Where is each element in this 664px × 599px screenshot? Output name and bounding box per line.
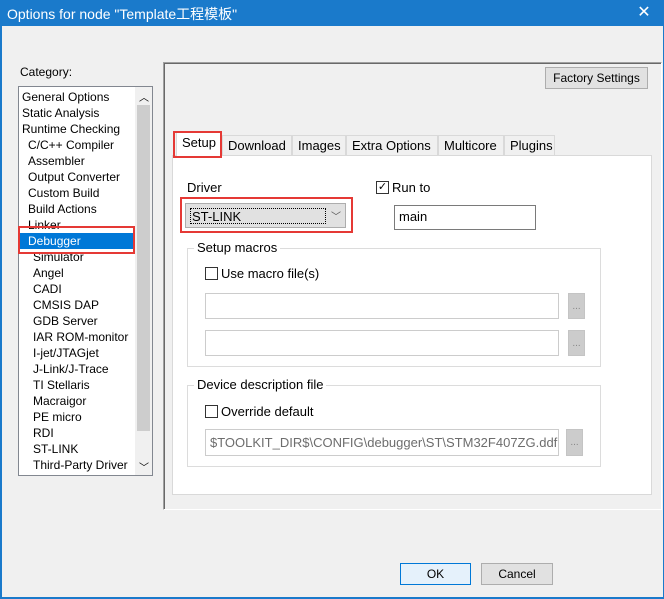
use-macro-label: Use macro file(s) — [221, 266, 320, 281]
title-bar: Options for node "Template工程模板" ✕ — [0, 0, 664, 26]
setup-macros-legend: Setup macros — [194, 240, 281, 255]
ok-button[interactable]: OK — [400, 563, 471, 585]
category-item[interactable]: ST-LINK — [33, 441, 78, 457]
category-item[interactable]: RDI — [33, 425, 54, 441]
scrollbar-thumb[interactable] — [137, 105, 150, 431]
category-item[interactable]: I-jet/JTAGjet — [33, 345, 99, 361]
scroll-up-icon[interactable]: ︿ — [139, 89, 149, 104]
tab-images[interactable]: Images — [292, 135, 346, 155]
category-item[interactable]: GDB Server — [33, 313, 98, 329]
cancel-button[interactable]: Cancel — [481, 563, 553, 585]
macro-file-input-2[interactable] — [205, 330, 559, 356]
run-to-checkbox[interactable]: ✓ — [376, 181, 389, 194]
debugger-highlight-box — [18, 226, 135, 254]
category-item[interactable]: General Options — [22, 89, 109, 105]
driver-highlight-box — [180, 197, 353, 233]
tab-download[interactable]: Download — [222, 135, 292, 155]
run-to-input[interactable]: main — [394, 205, 536, 230]
scrollbar[interactable]: ︿ ﹀ — [135, 87, 152, 475]
category-item[interactable]: Build Actions — [28, 201, 97, 217]
macro-file-input-1[interactable] — [205, 293, 559, 319]
category-item[interactable]: Third-Party Driver — [33, 457, 128, 473]
device-description-legend: Device description file — [194, 377, 327, 392]
factory-settings-button[interactable]: Factory Settings — [545, 67, 648, 89]
use-macro-checkbox[interactable] — [205, 267, 218, 280]
tab-plugins[interactable]: Plugins — [504, 135, 555, 155]
category-item[interactable]: Custom Build — [28, 185, 99, 201]
category-item[interactable]: Static Analysis — [22, 105, 99, 121]
setup-tab-highlight-box — [173, 131, 222, 158]
tab-multicore[interactable]: Multicore — [438, 135, 504, 155]
scroll-down-icon[interactable]: ﹀ — [139, 459, 149, 474]
category-item[interactable]: Assembler — [28, 153, 85, 169]
browse-device-button[interactable]: ... — [566, 429, 583, 456]
category-item[interactable]: PE micro — [33, 409, 82, 425]
category-item[interactable]: Output Converter — [28, 169, 120, 185]
tab-extra-options[interactable]: Extra Options — [346, 135, 438, 155]
window-title: Options for node "Template工程模板" — [7, 6, 238, 22]
category-item[interactable]: CADI — [33, 281, 62, 297]
category-list[interactable]: ︿ ﹀ General Options Static Analysis Runtim… — [18, 86, 153, 476]
browse-macro-1-button[interactable]: ... — [568, 293, 585, 319]
override-default-checkbox[interactable] — [205, 405, 218, 418]
device-file-input[interactable]: $TOOLKIT_DIR$\CONFIG\debugger\ST\STM32F4… — [205, 429, 559, 456]
category-item[interactable]: Angel — [33, 265, 64, 281]
driver-label: Driver — [187, 180, 222, 195]
category-label: Category: — [20, 65, 73, 79]
category-item[interactable]: C/C++ Compiler — [28, 137, 114, 153]
category-item[interactable]: TI Stellaris — [33, 377, 90, 393]
override-default-label: Override default — [221, 404, 314, 419]
category-item[interactable]: IAR ROM-monitor — [33, 329, 128, 345]
category-item[interactable]: J-Link/J-Trace — [33, 361, 109, 377]
category-item[interactable]: Macraigor — [33, 393, 86, 409]
close-icon[interactable]: ✕ — [634, 3, 654, 23]
run-to-label: Run to — [392, 180, 431, 195]
browse-macro-2-button[interactable]: ... — [568, 330, 585, 356]
category-item[interactable]: CMSIS DAP — [33, 297, 99, 313]
category-item[interactable]: Runtime Checking — [22, 121, 120, 137]
